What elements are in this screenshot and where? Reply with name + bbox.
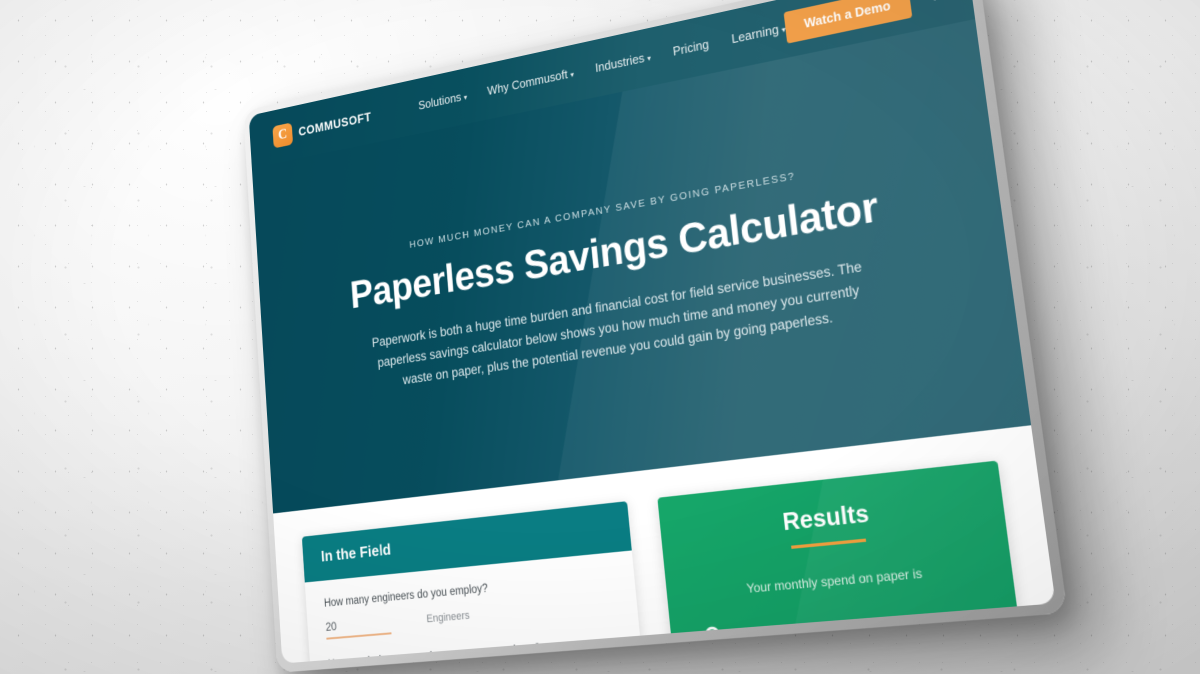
in-the-field-card: In the Field How many engineers do you e… (301, 501, 652, 664)
screenshot-scene: C COMMUSOFT Solutions▾ Why Commusoft▾ (0, 0, 1200, 674)
watch-a-demo-button[interactable]: Watch a Demo (783, 0, 913, 44)
nav-item-industries-label: Industries (594, 51, 646, 76)
nav-item-pricing[interactable]: Pricing (672, 38, 709, 59)
engineers-count-input[interactable] (325, 612, 392, 640)
field-hourly-cost-row: Average hourly cost (329, 658, 623, 663)
logo-wordmark: COMMUSOFT (298, 109, 372, 139)
chevron-down-icon: ▾ (463, 93, 468, 102)
nav-item-why-commusoft-label: Why Commusoft (486, 67, 569, 98)
nav-item-pricing-label: Pricing (672, 37, 710, 59)
results-title: Results (781, 498, 871, 536)
laptop-device-frame: C COMMUSOFT Solutions▾ Why Commusoft▾ (243, 0, 1068, 673)
field-hourly-cost: How much does an engineer cost you per h… (327, 636, 623, 664)
chevron-down-icon: ▾ (781, 25, 787, 35)
chevron-down-icon: ▾ (646, 53, 652, 64)
device-screen: C COMMUSOFT Solutions▾ Why Commusoft▾ (248, 0, 1056, 664)
nav-link-partners[interactable]: Partners (932, 0, 984, 4)
nav-item-why-commusoft[interactable]: Why Commusoft ▾ (487, 67, 575, 98)
logo-mark-icon: C (272, 122, 294, 148)
device-stage: C COMMUSOFT Solutions▾ Why Commusoft▾ (0, 0, 1200, 674)
results-caption: Your monthly spend on paper is (745, 565, 924, 597)
field-hourly-cost-label: How much does an engineer cost you per h… (327, 642, 541, 664)
results-card: Results Your monthly spend on paper is F… (657, 460, 1040, 664)
nav-item-industries[interactable]: Industries ▾ (595, 50, 652, 75)
header-actions: Watch a Demo Partners Login (783, 0, 1042, 44)
nav-item-learning-label: Learning (730, 22, 780, 47)
field-engineers-count-label: How many engineers do you employ? (323, 582, 489, 610)
website-viewport: C COMMUSOFT Solutions▾ Why Commusoft▾ (248, 0, 1056, 664)
engineers-count-unit: Engineers (426, 609, 471, 626)
result-row-field-hours-label: Field hours on paperwork (760, 621, 917, 650)
commusoft-logo[interactable]: C COMMUSOFT (272, 105, 372, 148)
nav-item-solutions-label: Solutions (417, 90, 462, 113)
nav-item-learning[interactable]: Learning ▾ (730, 21, 787, 47)
nav-item-solutions[interactable]: Solutions ▾ (417, 89, 468, 113)
chevron-down-icon: ▾ (569, 70, 575, 80)
results-title-underline (791, 538, 867, 549)
result-row-field-hours: Field hours on paperwork (695, 601, 992, 664)
person-clock-icon (695, 621, 741, 664)
field-engineers-count: How many engineers do you employ? Engine… (324, 571, 617, 640)
